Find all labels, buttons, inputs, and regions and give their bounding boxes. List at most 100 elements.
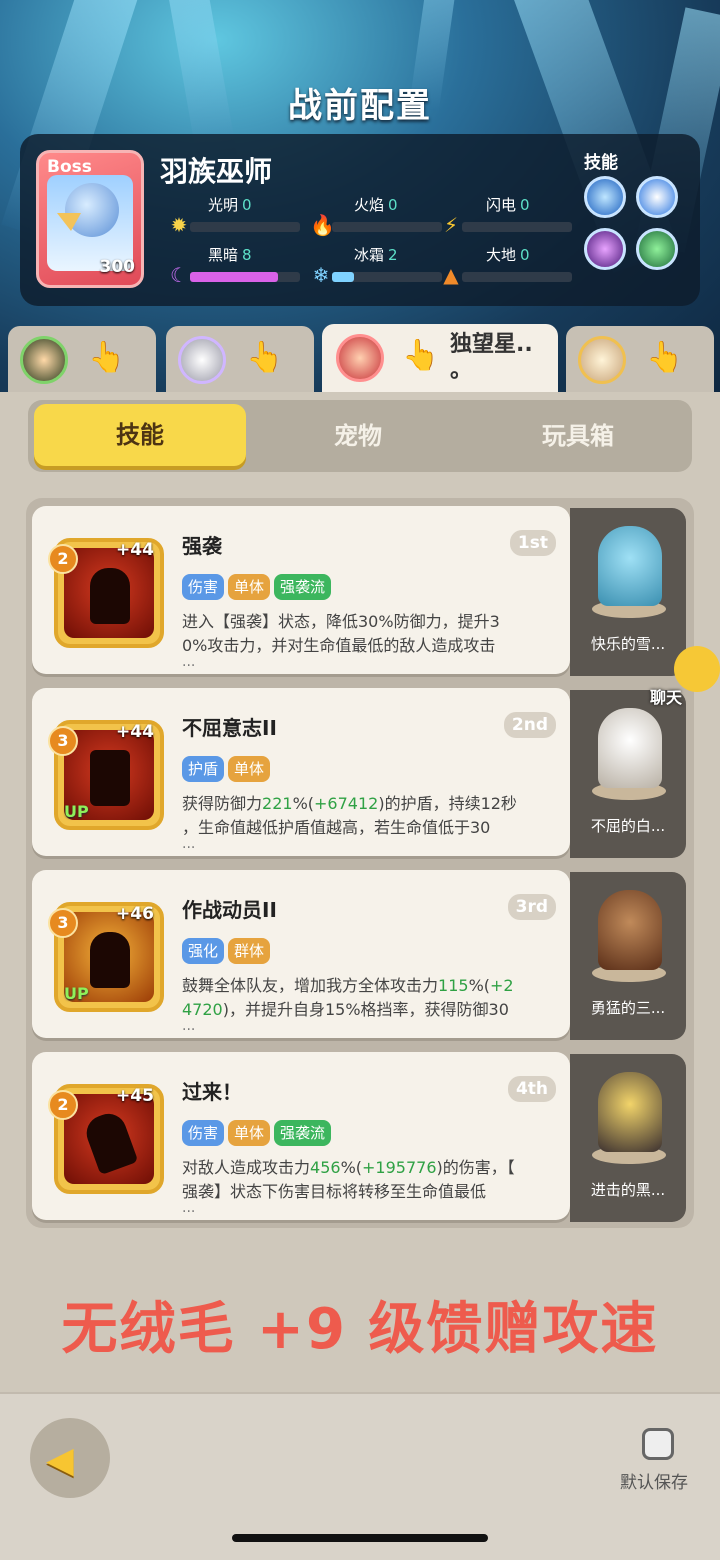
- tap-hand-icon: 👆: [246, 340, 284, 375]
- skill-ellipsis: ...: [182, 836, 196, 852]
- skill-name: 不屈意志II: [182, 716, 277, 740]
- skill-card-2[interactable]: 3 +44 UP 不屈意志II 2nd 护盾 单体 获得防御力221%(+6741…: [32, 688, 570, 856]
- boss-skill-1-icon[interactable]: [584, 176, 626, 218]
- pet-slot-3[interactable]: 勇猛的三...: [570, 872, 686, 1040]
- earth-bar: [462, 272, 572, 282]
- element-fire: 火焰 0: [354, 196, 398, 214]
- back-button[interactable]: ◀: [30, 1418, 110, 1498]
- skill-description: 鼓舞全体队友，增加我方全体攻击力115%(+2 4720)，并提升自身15%格挡…: [182, 976, 514, 1019]
- skill-level-badge: 2: [48, 1090, 78, 1120]
- pet-name: 进击的黑...: [590, 1181, 666, 1199]
- boss-info-panel: Boss 300 ✹ 光明 0 🔥 火焰 0 ⚡ 闪电 0 ☾ 黑暗 8 ❄ 冰霜 2 ▲…: [20, 134, 700, 306]
- skill-tags: 伤害 单体 强袭流: [182, 574, 335, 600]
- boss-tag: Boss: [47, 157, 92, 177]
- skill-tag: 强袭流: [274, 1120, 332, 1146]
- skill-tag: 单体: [228, 756, 271, 782]
- skill-level-badge: 2: [48, 544, 78, 574]
- dark-icon: ☾: [170, 263, 188, 287]
- boss-name: 羽族巫师: [160, 155, 273, 188]
- lightning-icon: ⚡: [443, 213, 459, 237]
- element-lightning: 闪电 0: [486, 196, 530, 214]
- boss-skill-3-icon[interactable]: [584, 228, 626, 270]
- pet-slot-2[interactable]: 不屈的白...: [570, 690, 686, 858]
- skill-tag: 强袭流: [274, 574, 332, 600]
- hero-tab-2[interactable]: 👆: [166, 326, 314, 392]
- hero-avatar: [178, 336, 226, 384]
- pet-slot-4[interactable]: 进击的黑...: [570, 1054, 686, 1222]
- light-bar: [190, 222, 300, 232]
- hero-avatar: [578, 336, 626, 384]
- promo-banner-text: 无绒毛 +9 级馈赠攻速: [61, 1297, 659, 1362]
- skill-tag: 单体: [228, 574, 271, 600]
- hero-tab-name: 独望星.. 。: [450, 332, 533, 383]
- tap-hand-icon: 👆: [88, 340, 126, 375]
- skill-description: 获得防御力221%(+67412)的护盾，持续12秒 ，生命值越低护盾值越高，若…: [182, 794, 517, 837]
- skill-tag: 群体: [228, 938, 271, 964]
- skill-tag: 伤害: [182, 1120, 225, 1146]
- pet-icon: [598, 526, 662, 606]
- home-indicator: [232, 1534, 488, 1542]
- skill-tags: 伤害 单体 强袭流: [182, 1120, 335, 1146]
- element-frost: 冰霜 2: [354, 246, 398, 264]
- tab-toybox[interactable]: 玩具箱: [472, 400, 684, 472]
- skill-tag: 伤害: [182, 574, 225, 600]
- chat-button[interactable]: 聊天: [650, 646, 720, 707]
- chat-label: 聊天: [650, 688, 683, 707]
- frost-icon: ❄: [312, 263, 330, 287]
- skill-up-label: UP: [64, 802, 89, 821]
- pet-icon: [598, 1072, 662, 1152]
- skill-tag: 强化: [182, 938, 225, 964]
- pet-icon: [598, 708, 662, 788]
- skill-description: 对敌人造成攻击力456%(+195776)的伤害，【 强袭】状态下伤害目标将转移…: [182, 1158, 515, 1201]
- default-save-checkbox[interactable]: [642, 1428, 674, 1460]
- earth-icon: ▲: [443, 263, 459, 287]
- back-arrow-icon: ◀: [46, 1440, 74, 1481]
- skill-name: 作战动员II: [182, 898, 277, 922]
- skill-ellipsis: ...: [182, 654, 196, 670]
- pet-name: 勇猛的三...: [590, 999, 666, 1017]
- skill-level-badge: 3: [48, 726, 78, 756]
- skill-ellipsis: ...: [182, 1018, 196, 1034]
- lightning-bar: [462, 222, 572, 232]
- hero-avatar: [336, 334, 384, 382]
- boss-skill-4-icon[interactable]: [636, 228, 678, 270]
- tab-pets[interactable]: 宠物: [252, 400, 464, 472]
- pet-icon: [598, 890, 662, 970]
- skill-rank: 1st: [509, 530, 556, 556]
- skill-up-label: UP: [64, 984, 89, 1003]
- element-earth: 大地 0: [486, 246, 530, 264]
- skill-ellipsis: ...: [182, 1200, 196, 1216]
- pet-name: 不屈的白...: [590, 817, 666, 835]
- skill-plus: +44: [116, 722, 154, 742]
- element-dark: 黑暗 8: [208, 246, 252, 264]
- hero-tab-1[interactable]: 👆: [8, 326, 156, 392]
- tap-hand-icon: 👆: [646, 340, 684, 375]
- hero-tab-4[interactable]: 👆: [566, 326, 714, 392]
- tab-skills[interactable]: 技能: [34, 404, 246, 466]
- boss-portrait[interactable]: Boss 300: [36, 150, 144, 288]
- element-light: 光明 0: [208, 196, 252, 214]
- skill-name: 过来！: [182, 1080, 242, 1104]
- skill-tags: 护盾 单体: [182, 756, 274, 782]
- hero-avatar: [20, 336, 68, 384]
- skill-description: 进入【强袭】状态，降低30%防御力，提升3 0%攻击力，并对生命值最低的敌人造成…: [182, 612, 500, 655]
- boss-level: 300: [99, 257, 136, 277]
- fire-icon: 🔥: [310, 213, 335, 237]
- hero-tab-3[interactable]: 👆 独望星.. 。: [322, 324, 558, 396]
- hero-tabs: 👆 👆 👆 独望星.. 。 👆: [0, 324, 720, 396]
- dark-bar: [190, 272, 300, 282]
- page-title: 战前配置: [288, 86, 432, 126]
- boss-skills-label: 技能: [584, 153, 618, 173]
- skill-card-4[interactable]: 2 +45 过来！ 4th 伤害 单体 强袭流 对敌人造成攻击力456%(+1957…: [32, 1052, 570, 1220]
- default-save-label: 默认保存: [620, 1473, 688, 1493]
- skill-plus: +44: [116, 540, 154, 560]
- skill-card-1[interactable]: 2 +44 强袭 1st 伤害 单体 强袭流 进入【强袭】状态，降低30%防御力，提…: [32, 506, 570, 674]
- skill-rank: 2nd: [503, 712, 556, 738]
- skill-card-3[interactable]: 3 +46 UP 作战动员II 3rd 强化 群体 鼓舞全体队友，增加我方全体攻击…: [32, 870, 570, 1038]
- skill-rank: 3rd: [507, 894, 556, 920]
- light-icon: ✹: [170, 213, 188, 237]
- skill-rank: 4th: [507, 1076, 556, 1102]
- skill-tags: 强化 群体: [182, 938, 274, 964]
- frost-bar: [332, 272, 442, 282]
- boss-skill-2-icon[interactable]: [636, 176, 678, 218]
